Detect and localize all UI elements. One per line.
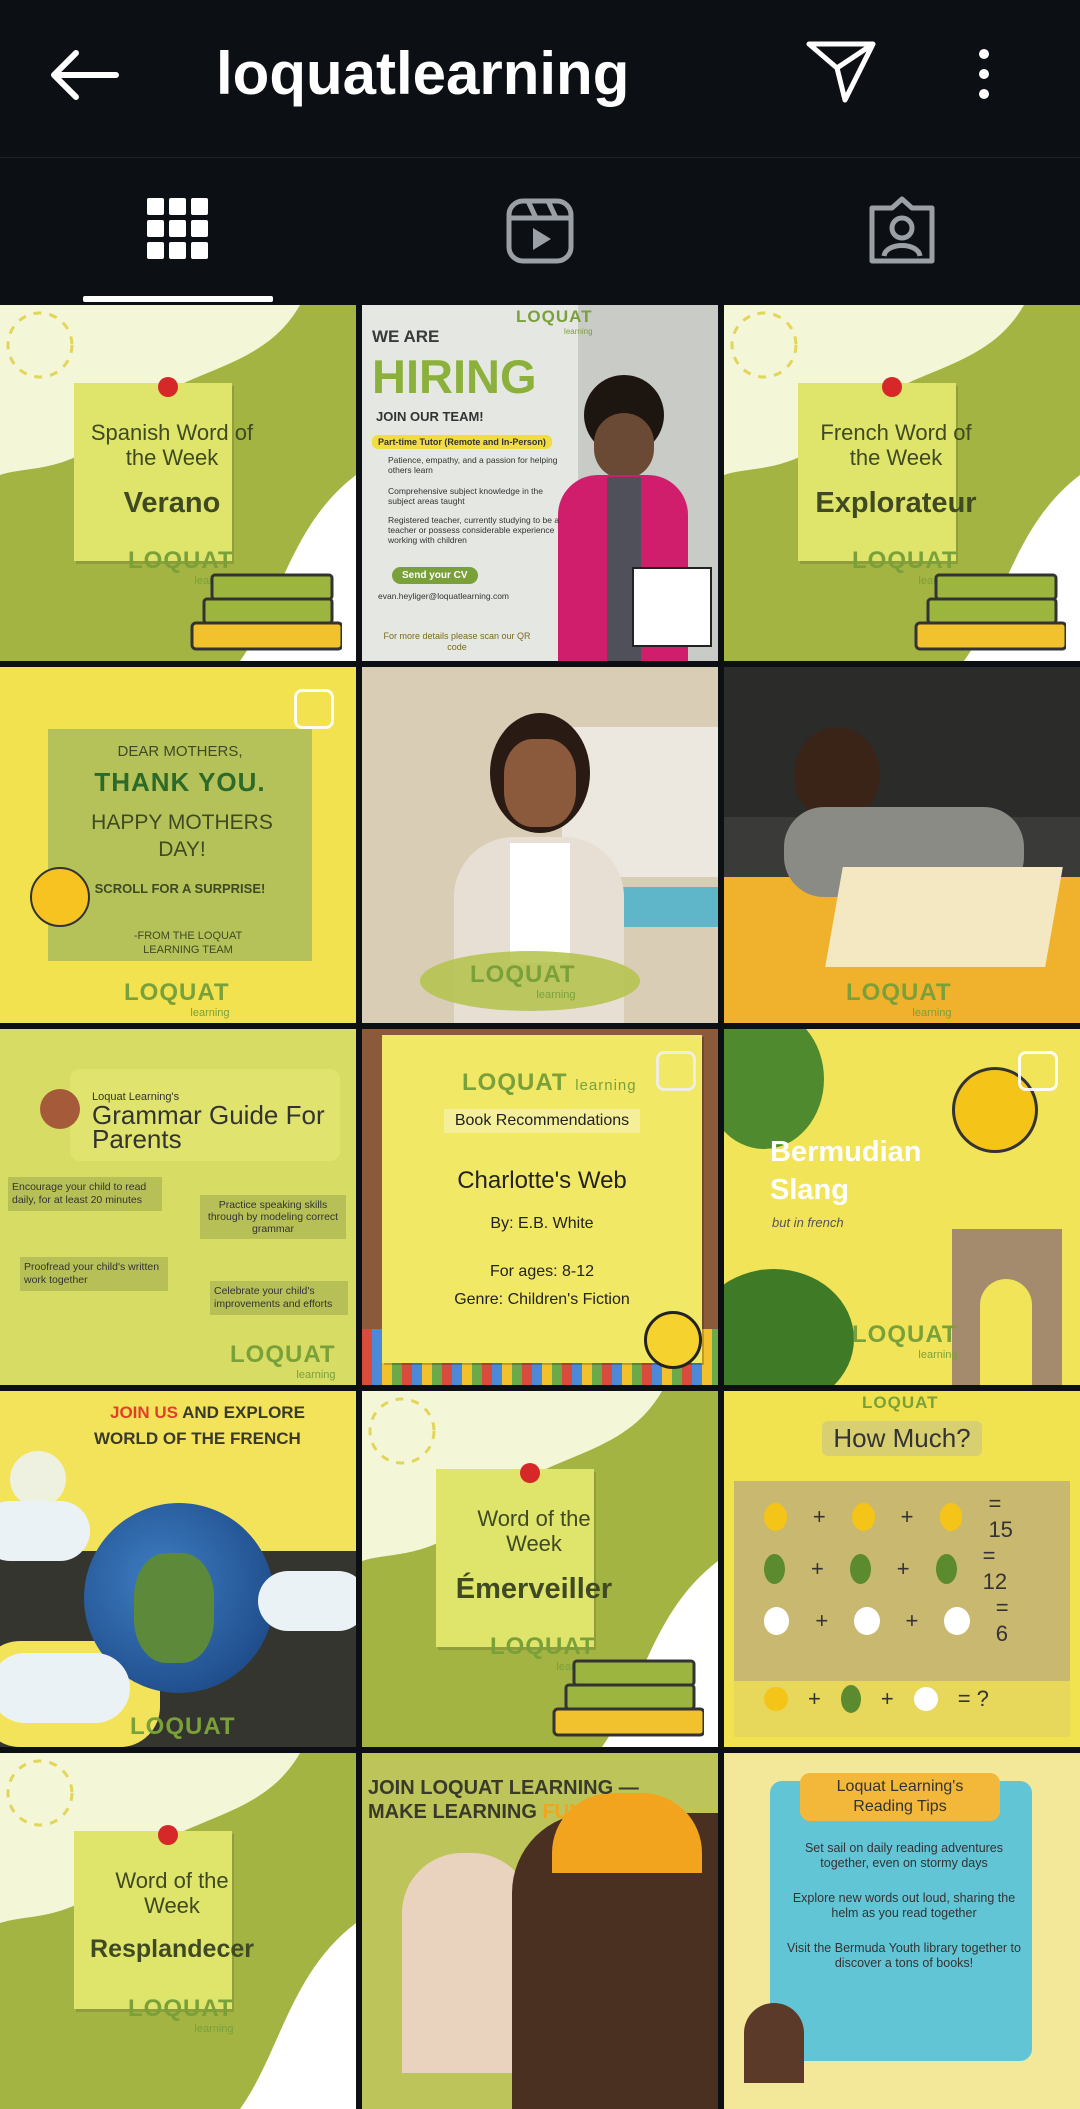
hiring-req-1: Patience, empathy, and a passion for hel…: [388, 455, 558, 475]
eq-1: = 15: [988, 1491, 1013, 1542]
tip-1: Set sail on daily reading adventures tog…: [804, 1841, 1004, 1870]
book-ages: For ages: 8-12: [489, 1263, 595, 1280]
eq-3: = 6: [995, 1595, 1009, 1646]
grammar-title: Grammar Guide For Parents: [92, 1100, 325, 1154]
books-icon: [552, 1659, 704, 1737]
tab-tagged[interactable]: [720, 158, 1080, 305]
eq-2: = 12: [982, 1543, 1008, 1594]
earth-line1: JOIN US AND EXPLORE: [110, 1403, 305, 1422]
loquat-logo: LOQUATlearning: [846, 979, 952, 1019]
carousel-icon: [1018, 1051, 1058, 1091]
mothers-from: -FROM THE LOQUAT LEARNING TEAM: [133, 930, 243, 956]
grammar-tip-4: Celebrate your child's improvements and …: [210, 1281, 348, 1315]
active-tab-indicator: [83, 296, 273, 302]
join-line2: MAKE LEARNING FUN.: [368, 1801, 590, 1823]
post-french-word[interactable]: French Word of the Week Explorateur LOQU…: [724, 305, 1080, 661]
hiring-email: evan.heyliger@loquatlearning.com: [378, 591, 510, 601]
post-reading-tips[interactable]: Loquat Learning's Reading Tips Set sail o…: [724, 1753, 1080, 2109]
eq-4: = ?: [957, 1686, 989, 1711]
post-join-loquat[interactable]: JOIN LOQUAT LEARNING — MAKE LEARNING FUN…: [362, 1753, 718, 2109]
profile-tabs: [0, 157, 1080, 305]
join-line1: JOIN LOQUAT LEARNING —: [368, 1777, 639, 1799]
paper-plane-icon[interactable]: [805, 38, 877, 104]
carousel-icon: [294, 689, 334, 729]
grammar-tip-3: Proofread your child's written work toge…: [20, 1257, 168, 1291]
hiring-join: JOIN OUR TEAM!: [376, 409, 484, 424]
tab-posts[interactable]: [0, 158, 360, 305]
earth-line2: WORLD OF THE FRENCH: [94, 1429, 301, 1448]
hiring-req-3: Registered teacher, currently studying t…: [388, 515, 560, 545]
post-line1: Word of the: [477, 1506, 591, 1531]
posts-grid: Spanish Word of the Week Verano LOQUATle…: [0, 305, 1080, 2109]
post-bermudian-slang[interactable]: Bermudian Slang but in french LOQUAT lear…: [724, 1029, 1080, 1385]
tip-3: Visit the Bermuda Youth library together…: [787, 1941, 1021, 1970]
book-heading: Book Recommendations: [444, 1109, 640, 1133]
carousel-icon: [656, 1051, 696, 1091]
profile-username: loquatlearning: [216, 40, 630, 107]
hiring-details: For more details please scan our QR code: [383, 631, 531, 652]
post-word: Verano: [123, 487, 221, 519]
back-arrow-icon[interactable]: [46, 40, 126, 110]
post-grammar-guide[interactable]: Loquat Learning's Grammar Guide For Pare…: [0, 1029, 356, 1385]
post-line2: the Week: [849, 445, 943, 470]
mothers-dear: DEAR MOTHERS,: [117, 743, 243, 760]
mothers-thanks: THANK YOU.: [94, 767, 266, 797]
post-photo-woman[interactable]: LOQUAT learning: [362, 667, 718, 1023]
post-word: Explorateur: [815, 487, 977, 519]
loquat-logo: LOQUATlearning: [516, 307, 593, 336]
loquat-logo: LOQUATlearning: [852, 1321, 958, 1361]
post-line1: Word of the: [115, 1868, 229, 1893]
post-book-recommendation[interactable]: LOQUAT learning Book Recommendations Cha…: [362, 1029, 718, 1385]
post-how-much[interactable]: LOQUAT How Much? + + = 15 + + = 12 + + = 6 + + =…: [724, 1391, 1080, 1747]
hiring-title: HIRING: [372, 350, 537, 403]
post-spanish-word[interactable]: Spanish Word of the Week Verano LOQUATle…: [0, 305, 356, 661]
post-word-emerveiller[interactable]: Word of the Week Émerveiller LOQUATlearn…: [362, 1391, 718, 1747]
tagged-person-icon: [869, 196, 935, 264]
books-icon: [914, 573, 1066, 651]
loquat-logo: LOQUATlearning: [124, 979, 230, 1019]
post-hiring[interactable]: WE ARE HIRING JOIN OUR TEAM! Part-time T…: [362, 305, 718, 661]
post-line2: the Week: [125, 445, 219, 470]
post-line2: Week: [506, 1531, 562, 1556]
loquat-logo: LOQUAT: [130, 1713, 236, 1740]
book-genre: Genre: Children's Fiction: [454, 1291, 630, 1308]
loquat-logo: LOQUAT learning: [462, 1069, 637, 1096]
post-word: Émerveiller: [455, 1573, 613, 1605]
post-line1: Spanish Word of: [90, 420, 254, 445]
mothers-happy: HAPPY MOTHERS DAY!: [91, 811, 273, 861]
hiring-cv-button: Send your CV: [392, 567, 478, 584]
tip-2: Explore new words out loud, sharing the …: [792, 1891, 1016, 1920]
hiring-role: Part-time Tutor (Remote and In-Person): [372, 435, 552, 449]
grammar-tip-2: Practice speaking skills through by mode…: [200, 1195, 346, 1239]
grid-icon: [147, 198, 208, 259]
post-explore-french[interactable]: JOIN US AND EXPLORE WORLD OF THE FRENCH …: [0, 1391, 356, 1747]
loquat-logo: LOQUATlearning: [128, 1995, 234, 2035]
post-photo-boy[interactable]: LOQUAT learning: [724, 667, 1080, 1023]
profile-header: loquatlearning: [0, 0, 1080, 157]
howmuch-title: How Much?: [822, 1421, 982, 1456]
post-word-resplandecer[interactable]: Word of the Week Resplandecer LOQUAT lear…: [0, 1753, 356, 2109]
grammar-tip-1: Encourage your child to read daily, for …: [8, 1177, 162, 1211]
reels-icon: [506, 198, 574, 264]
tips-title: Loquat Learning's Reading Tips: [800, 1773, 1000, 1821]
post-word: Resplandecer: [90, 1935, 254, 1963]
loquat-logo: LOQUAT: [862, 1393, 939, 1412]
more-vertical-icon[interactable]: [960, 48, 1008, 100]
mothers-scroll: SCROLL FOR A SURPRISE!: [94, 881, 266, 896]
tab-reels[interactable]: [360, 158, 720, 305]
loquat-logo: LOQUATlearning: [230, 1341, 336, 1381]
hiring-req-2: Comprehensive subject knowledge in the s…: [388, 486, 543, 506]
post-line1: French Word of: [820, 420, 972, 445]
hiring-we-are: WE ARE: [372, 327, 440, 346]
slang-title: Bermudian Slang: [770, 1136, 922, 1206]
slang-sub: but in french: [772, 1215, 844, 1230]
loquat-logo: LOQUATlearning: [470, 961, 576, 1001]
book-author: By: E.B. White: [490, 1215, 594, 1232]
books-icon: [190, 573, 342, 651]
post-line2: Week: [144, 1893, 200, 1918]
post-mothers-day[interactable]: DEAR MOTHERS, THANK YOU. HAPPY MOTHERS D…: [0, 667, 356, 1023]
book-title: Charlotte's Web: [457, 1167, 627, 1194]
